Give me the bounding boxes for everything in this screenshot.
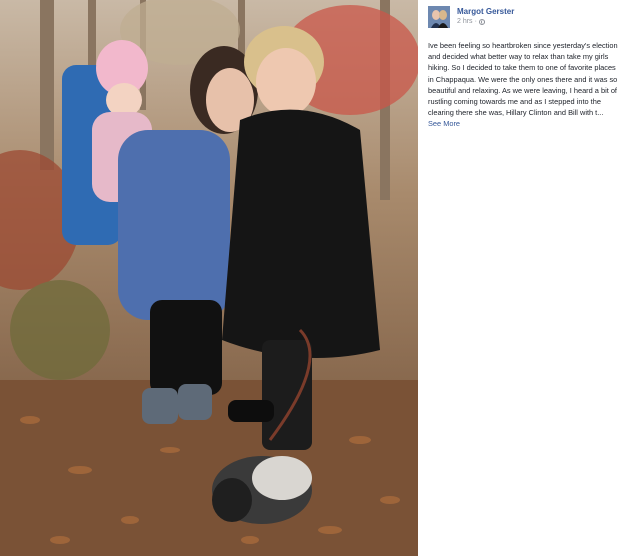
globe-icon[interactable] bbox=[478, 18, 485, 25]
post-body-text: Ive been feeling so heartbroken since ye… bbox=[428, 41, 618, 118]
dog bbox=[212, 456, 312, 524]
author-name[interactable]: Margot Gerster bbox=[457, 7, 514, 16]
avatar[interactable] bbox=[428, 6, 450, 28]
post-photo[interactable] bbox=[0, 0, 418, 556]
post-timestamp[interactable]: 2 hrs bbox=[457, 18, 473, 25]
see-more-link[interactable]: See More bbox=[428, 119, 460, 128]
post-meta: 2 hrs · bbox=[457, 18, 485, 25]
post-body: Ive been feeling so heartbroken since ye… bbox=[428, 40, 618, 130]
post-panel: Margot Gerster 2 hrs · Ive been feeling … bbox=[418, 0, 624, 556]
